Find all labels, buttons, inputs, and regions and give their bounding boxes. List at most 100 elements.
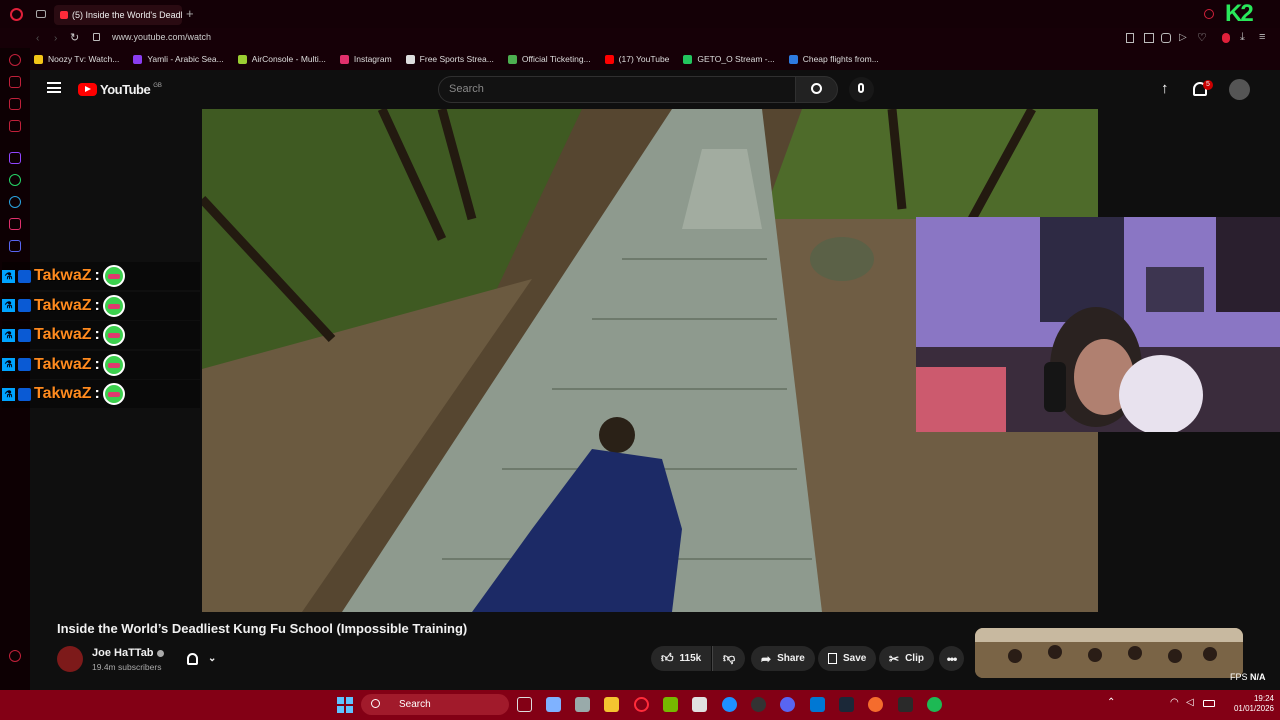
epic-games-icon[interactable] bbox=[898, 697, 913, 712]
notification-bell-button[interactable]: ⌄ bbox=[177, 646, 226, 671]
prime-badge-icon: ⚗ bbox=[2, 387, 15, 401]
clip-button[interactable]: ✂ Clip bbox=[879, 646, 934, 671]
adblock-icon[interactable] bbox=[1161, 33, 1171, 43]
forward-icon[interactable]: › bbox=[54, 33, 57, 44]
gaming-icon[interactable] bbox=[9, 98, 21, 110]
player-icon[interactable]: ▷ bbox=[1179, 32, 1187, 43]
channel-avatar[interactable] bbox=[57, 646, 83, 672]
app-icon[interactable] bbox=[722, 697, 737, 712]
k2-logo: K2 bbox=[1225, 0, 1254, 27]
opera-gx-icon[interactable] bbox=[634, 697, 649, 712]
save-icon bbox=[828, 653, 837, 664]
search-icon bbox=[371, 699, 380, 708]
bell-icon bbox=[187, 652, 198, 665]
taskbar-search[interactable]: Search bbox=[361, 694, 509, 715]
bookmark-item[interactable]: Cheap flights from... bbox=[788, 54, 879, 64]
steam-icon[interactable] bbox=[839, 697, 854, 712]
messenger-icon[interactable] bbox=[9, 120, 21, 132]
heart-icon[interactable]: ♡ bbox=[1197, 31, 1207, 44]
copilot-icon[interactable] bbox=[546, 697, 561, 712]
bookmark-item[interactable]: Instagram bbox=[339, 54, 392, 64]
bookmark-icon[interactable] bbox=[1126, 33, 1134, 43]
bookmark-item[interactable]: Noozy Tv: Watch... bbox=[34, 54, 119, 64]
more-icon: ••• bbox=[946, 651, 958, 666]
tab-switcher-icon[interactable] bbox=[36, 10, 46, 18]
new-tab-button[interactable]: + bbox=[186, 6, 194, 21]
tab-title: (5) Inside the World's Deadl bbox=[72, 10, 182, 20]
like-count: 115k bbox=[679, 653, 702, 664]
sub-badge-icon bbox=[18, 358, 31, 371]
reload-icon[interactable]: ↻ bbox=[70, 31, 79, 44]
related-thumbnail-image bbox=[975, 628, 1243, 678]
avatar[interactable] bbox=[1229, 79, 1250, 100]
save-button[interactable]: Save bbox=[818, 646, 877, 671]
bookmark-favicon-icon bbox=[339, 54, 349, 64]
bookmark-item[interactable]: (17) YouTube bbox=[604, 54, 670, 64]
volume-icon[interactable]: ◁ bbox=[1186, 697, 1194, 708]
related-video-thumbnail[interactable] bbox=[975, 628, 1243, 678]
chat-username: TakwaZ bbox=[34, 296, 92, 314]
lock-icon bbox=[93, 33, 100, 41]
twitch-icon[interactable] bbox=[9, 152, 21, 164]
microsoft-store-icon[interactable] bbox=[692, 697, 707, 712]
bookmark-item[interactable]: Free Sports Strea... bbox=[405, 54, 494, 64]
origin-icon[interactable] bbox=[868, 697, 883, 712]
search-button[interactable] bbox=[795, 76, 838, 103]
search-input[interactable]: Search bbox=[438, 76, 796, 103]
bookmark-item[interactable]: GETO_O Stream -... bbox=[683, 54, 775, 64]
bookmark-favicon-icon bbox=[683, 54, 693, 64]
share-button[interactable]: ➦ Share bbox=[751, 646, 815, 671]
file-explorer-icon[interactable] bbox=[604, 697, 619, 712]
windows-start-icon[interactable] bbox=[337, 697, 353, 713]
like-button[interactable]: 👍︎ 115k bbox=[651, 646, 712, 671]
dislike-button[interactable]: 👎︎ bbox=[712, 646, 746, 671]
notification-badge: 5 bbox=[1203, 80, 1213, 90]
chat-username: TakwaZ bbox=[34, 355, 92, 373]
wifi-icon[interactable]: ◠ bbox=[1170, 697, 1179, 708]
download-icon[interactable]: ⤓ bbox=[1240, 31, 1245, 44]
telegram-icon[interactable] bbox=[9, 196, 21, 208]
channel-name[interactable]: Joe HaTTab bbox=[92, 647, 164, 659]
back-icon[interactable]: ‹ bbox=[36, 33, 39, 44]
emote-icon bbox=[102, 265, 125, 287]
search-tabs-icon[interactable] bbox=[1204, 9, 1214, 19]
settings-icon[interactable] bbox=[9, 650, 21, 662]
region-code: GB bbox=[153, 82, 162, 89]
battery-icon[interactable] bbox=[1203, 700, 1215, 707]
bookmark-item[interactable]: AirConsole - Multi... bbox=[237, 54, 326, 64]
tab-active[interactable]: (5) Inside the World's Deadl bbox=[54, 5, 182, 25]
spotify-icon[interactable] bbox=[927, 697, 942, 712]
discord-icon[interactable] bbox=[9, 240, 21, 252]
more-actions-button[interactable]: ••• bbox=[939, 646, 964, 671]
snapshot-icon[interactable] bbox=[1144, 33, 1154, 43]
hamburger-menu-icon[interactable] bbox=[47, 82, 61, 93]
voice-search-button[interactable] bbox=[849, 77, 874, 102]
upload-icon[interactable]: ↑ bbox=[1161, 80, 1169, 97]
url-field[interactable]: www.youtube.com/watch bbox=[112, 32, 211, 42]
settings-gear-icon[interactable] bbox=[575, 697, 590, 712]
system-clock[interactable]: 19:24 01/01/2026 bbox=[1218, 694, 1274, 714]
bookmark-favicon-icon bbox=[604, 54, 614, 64]
workspace-icon[interactable] bbox=[9, 76, 21, 88]
bookmark-item[interactable]: Yamli - Arabic Sea... bbox=[133, 54, 224, 64]
instagram-icon[interactable] bbox=[9, 218, 21, 230]
task-view-icon[interactable] bbox=[517, 697, 532, 712]
aria-icon[interactable] bbox=[9, 54, 21, 66]
profile-icon[interactable] bbox=[1222, 33, 1230, 43]
whatsapp-icon[interactable] bbox=[9, 174, 21, 186]
emote-icon bbox=[102, 383, 125, 405]
bookmark-item[interactable]: Official Ticketing... bbox=[507, 54, 591, 64]
discord-taskbar-icon[interactable] bbox=[780, 697, 795, 712]
opera-logo-icon[interactable] bbox=[10, 8, 23, 21]
menu-icon[interactable]: ≡ bbox=[1259, 31, 1265, 43]
bookmark-label: (17) YouTube bbox=[618, 54, 670, 64]
chat-username: TakwaZ bbox=[34, 385, 92, 402]
obs-icon[interactable] bbox=[751, 697, 766, 712]
nvidia-icon[interactable] bbox=[663, 697, 678, 712]
chat-separator: : bbox=[94, 326, 100, 343]
youtube-logo[interactable]: YouTube GB bbox=[78, 82, 162, 97]
app-icon-blue[interactable] bbox=[810, 697, 825, 712]
sub-badge-icon bbox=[18, 387, 31, 401]
tray-chevron-icon[interactable]: ⌃ bbox=[1107, 697, 1115, 708]
share-icon: ➦ bbox=[761, 651, 772, 666]
